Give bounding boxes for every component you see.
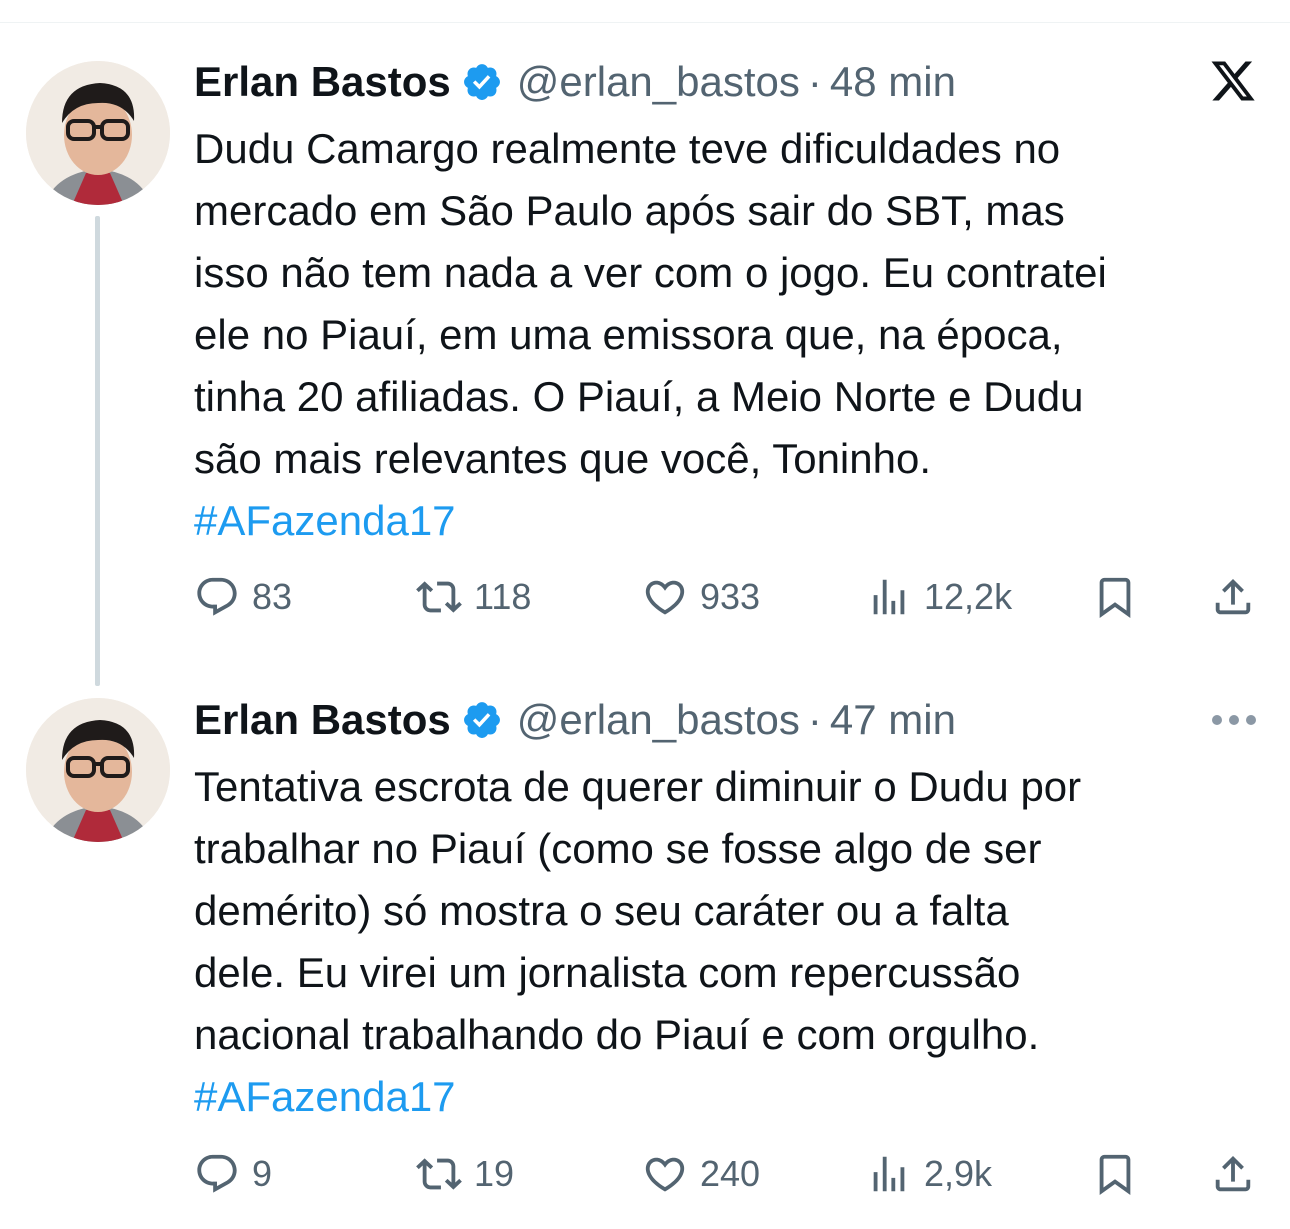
views-count: 12,2k <box>924 576 1013 617</box>
share-button[interactable] <box>1210 567 1256 627</box>
share-icon <box>1215 578 1251 615</box>
views-button[interactable]: 2,9k <box>866 1144 992 1204</box>
bookmark-button[interactable] <box>1092 567 1138 627</box>
timestamp[interactable]: 48 min <box>830 58 956 106</box>
like-count: 933 <box>700 576 761 617</box>
like-button[interactable]: 933 <box>642 567 760 627</box>
reply-count: 9 <box>252 1153 273 1194</box>
tweet-text: Tentativa escrota de querer diminuir o D… <box>194 763 1082 1058</box>
reply-icon <box>197 1154 237 1193</box>
tweet-header: Erlan Bastos @erlan_bastos · 47 min <box>194 690 956 750</box>
like-count: 240 <box>700 1153 761 1194</box>
heart-icon <box>645 580 685 615</box>
views-button[interactable]: 12,2k <box>866 567 1012 627</box>
author-handle[interactable]: @erlan_bastos <box>517 696 800 744</box>
verified-badge-icon <box>463 702 500 738</box>
bookmark-icon <box>1099 577 1131 618</box>
like-button[interactable]: 240 <box>642 1144 760 1204</box>
timestamp[interactable]: 47 min <box>830 696 956 744</box>
repost-count: 19 <box>474 1153 515 1194</box>
avatar[interactable] <box>26 61 170 205</box>
tweet-text: Dudu Camargo realmente teve dificuldades… <box>194 125 1107 482</box>
bookmark-button[interactable] <box>1092 1144 1138 1204</box>
tweet-actions: 83 118 933 12,2k <box>194 567 1256 627</box>
views-icon <box>873 1156 905 1192</box>
avatar[interactable] <box>26 698 170 842</box>
top-divider <box>0 22 1290 23</box>
reply-count: 83 <box>252 576 293 617</box>
bookmark-icon <box>1099 1154 1131 1195</box>
separator-dot: · <box>807 58 822 105</box>
tweet-header: Erlan Bastos @erlan_bastos · 48 min <box>194 52 956 112</box>
views-icon <box>873 579 905 615</box>
repost-button[interactable]: 19 <box>416 1144 514 1204</box>
reply-button[interactable]: 9 <box>194 1144 272 1204</box>
hashtag-link[interactable]: #AFazenda17 <box>194 1066 456 1128</box>
tweet-actions: 9 19 240 2,9k <box>194 1144 1256 1204</box>
hashtag-link[interactable]: #AFazenda17 <box>194 490 456 552</box>
views-count: 2,9k <box>924 1153 993 1194</box>
repost-button[interactable]: 118 <box>416 567 531 627</box>
repost-count: 118 <box>474 576 532 617</box>
author-name[interactable]: Erlan Bastos <box>194 58 451 106</box>
repost-icon <box>416 1158 462 1190</box>
author-name[interactable]: Erlan Bastos <box>194 696 451 744</box>
heart-icon <box>645 1157 685 1192</box>
reply-button[interactable]: 83 <box>194 567 292 627</box>
x-logo-icon[interactable] <box>1208 57 1258 105</box>
more-icon[interactable] <box>1210 713 1258 727</box>
share-icon <box>1215 1155 1251 1192</box>
separator-dot: · <box>807 696 822 743</box>
share-button[interactable] <box>1210 1144 1256 1204</box>
repost-icon <box>416 581 462 613</box>
reply-icon <box>197 577 237 616</box>
author-handle[interactable]: @erlan_bastos <box>517 58 800 106</box>
thread-connector <box>95 216 100 686</box>
verified-badge-icon <box>463 64 500 100</box>
